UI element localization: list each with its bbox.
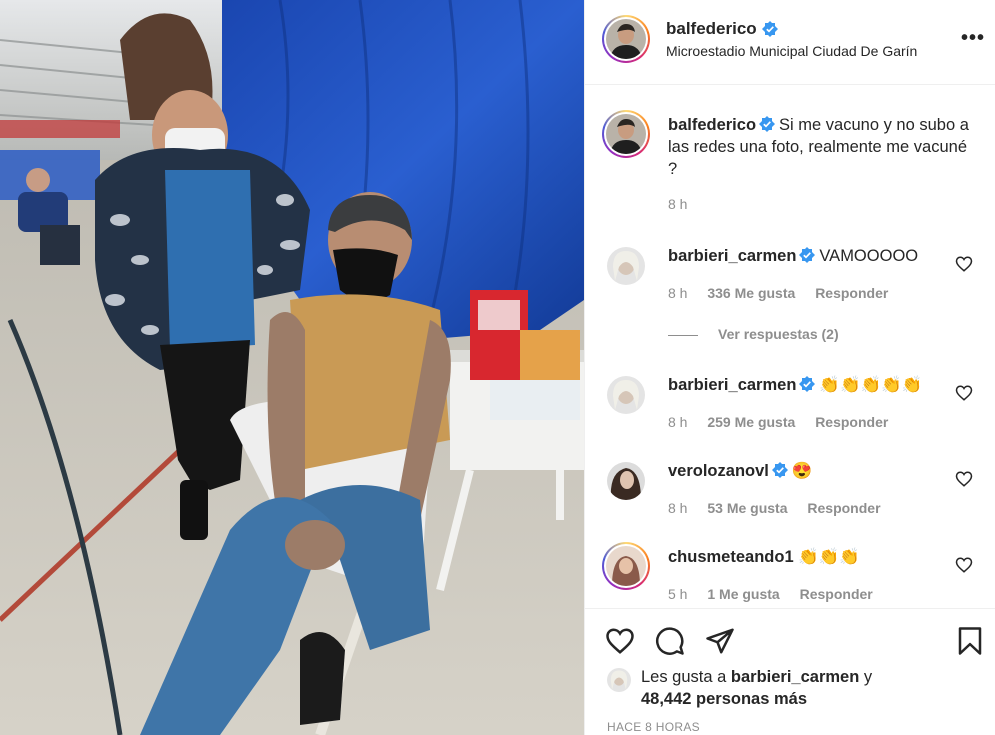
caption-avatar-image <box>606 114 646 154</box>
comment-time[interactable]: 8 h <box>668 414 687 430</box>
post-timestamp[interactable]: HACE 8 HORAS <box>607 720 700 734</box>
commenter-avatar-image <box>607 247 645 285</box>
view-replies-button[interactable]: Ver respuestas (2) <box>668 326 839 342</box>
comment-likes[interactable]: 53 Me gusta <box>707 500 787 516</box>
comment-meta: 8 h 259 Me gusta Responder <box>668 414 904 430</box>
commenter-avatar[interactable] <box>602 542 650 590</box>
comment-text: barbieri_carmen VAMOOOOO <box>668 247 918 266</box>
reply-button[interactable]: Responder <box>800 586 873 602</box>
comment-text: barbieri_carmen 👏👏👏👏👏 <box>668 376 922 395</box>
comment-likes[interactable]: 1 Me gusta <box>707 586 779 602</box>
author-avatar-image <box>606 19 646 59</box>
post-photo[interactable] <box>0 0 584 735</box>
caption-avatar[interactable] <box>602 110 650 158</box>
commenter-avatar-image <box>607 462 645 500</box>
comment-username[interactable]: barbieri_carmen <box>668 376 796 394</box>
caption-username[interactable]: balfederico <box>668 116 756 134</box>
commenter-avatar[interactable] <box>607 247 645 285</box>
bookmark-icon[interactable] <box>955 626 985 656</box>
comment: barbieri_carmen VAMOOOOO 8 h 336 Me gusta… <box>585 245 995 325</box>
comment-likes[interactable]: 336 Me gusta <box>707 285 795 301</box>
comment-username[interactable]: chusmeteando1 <box>668 548 794 566</box>
comment-username[interactable]: barbieri_carmen <box>668 247 796 265</box>
comment-meta: 8 h 53 Me gusta Responder <box>668 500 897 516</box>
likes-user[interactable]: barbieri_carmen <box>731 668 859 686</box>
commenter-avatar[interactable] <box>607 376 645 414</box>
comment-time[interactable]: 8 h <box>668 285 687 301</box>
post-location[interactable]: Microestadio Municipal Ciudad De Garín <box>666 43 917 59</box>
view-replies-label: Ver respuestas (2) <box>718 326 839 342</box>
comment-meta: 8 h 336 Me gusta Responder <box>668 285 904 301</box>
reply-button[interactable]: Responder <box>807 500 880 516</box>
reply-button[interactable]: Responder <box>815 414 888 430</box>
comment: barbieri_carmen 👏👏👏👏👏 8 h 259 Me gusta Re… <box>585 374 995 454</box>
likes-prefix: Les gusta a <box>641 668 727 686</box>
author-avatar[interactable] <box>602 15 650 63</box>
comment-meta: 5 h 1 Me gusta Responder <box>668 586 889 602</box>
verified-badge-icon <box>799 376 816 392</box>
more-options-icon[interactable]: ••• <box>961 28 985 48</box>
commenter-avatar[interactable] <box>607 462 645 500</box>
caption-timestamp[interactable]: 8 h <box>668 196 687 212</box>
liker-avatar-image <box>607 668 631 692</box>
commenter-avatar-image <box>607 376 645 414</box>
comment-text: chusmeteando1 👏👏👏 <box>668 548 860 567</box>
view-replies-divider <box>668 334 698 336</box>
post-sidebar: balfederico Microestadio Municipal Ciuda… <box>584 0 995 735</box>
comment-like-heart-icon[interactable] <box>955 556 973 574</box>
comment-username[interactable]: verolozanovl <box>668 462 769 480</box>
post-photo-image <box>0 0 584 735</box>
verified-badge-icon <box>771 462 788 478</box>
verified-badge-icon <box>762 21 778 40</box>
comment-time[interactable]: 8 h <box>668 500 687 516</box>
reply-button[interactable]: Responder <box>815 285 888 301</box>
comment-time[interactable]: 5 h <box>668 586 687 602</box>
likes-count[interactable]: 48,442 personas más <box>641 690 807 709</box>
likes-conjunction: y <box>863 668 873 686</box>
caption-text: balfederico Si me vacuno y no subo a las … <box>668 114 978 180</box>
comment-text: verolozanovl 😍 <box>668 462 812 481</box>
post-header: balfederico Microestadio Municipal Ciuda… <box>585 0 995 85</box>
verified-badge-icon <box>799 247 816 263</box>
comment-like-heart-icon[interactable] <box>955 384 973 402</box>
comment-body: 👏👏👏 <box>798 548 860 566</box>
post-actions <box>585 608 995 668</box>
author-username[interactable]: balfederico <box>666 19 757 39</box>
comment-icon[interactable] <box>655 626 685 656</box>
verified-badge-icon <box>759 116 776 132</box>
send-icon[interactable] <box>705 626 735 656</box>
liker-avatar[interactable] <box>607 668 631 692</box>
comment-like-heart-icon[interactable] <box>955 255 973 273</box>
comment: verolozanovl 😍 8 h 53 Me gusta Responder <box>585 460 995 540</box>
comment-body: 👏👏👏👏👏 <box>819 376 923 394</box>
comment-likes[interactable]: 259 Me gusta <box>707 414 795 430</box>
comment-like-heart-icon[interactable] <box>955 470 973 488</box>
comment-body: VAMOOOOO <box>819 247 919 265</box>
likes-line: Les gusta a barbieri_carmen y <box>641 668 872 687</box>
heart-icon[interactable] <box>605 626 635 656</box>
comment-body: 😍 <box>791 462 813 480</box>
commenter-avatar-image <box>606 546 646 586</box>
